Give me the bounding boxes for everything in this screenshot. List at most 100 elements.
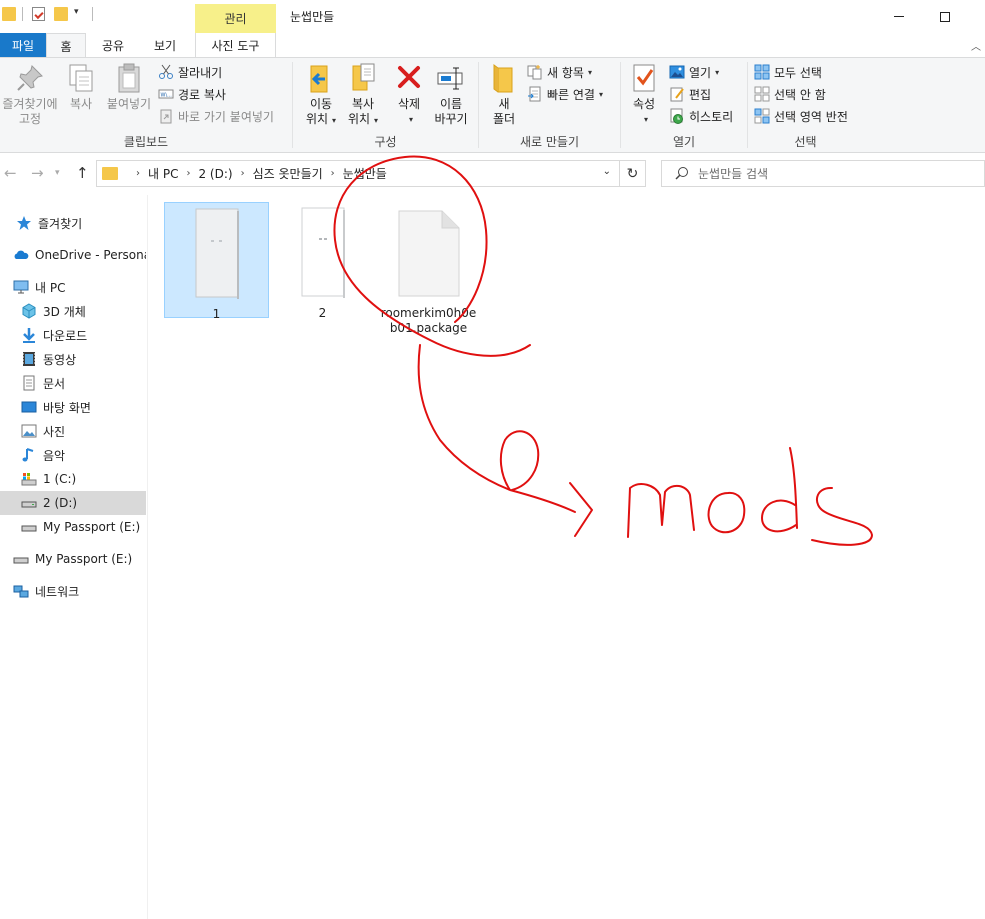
paste-shortcut-label: 바로 가기 붙여넣기 <box>178 109 274 124</box>
chevron-right-icon[interactable]: › <box>331 168 335 179</box>
pin-label-line1: 즐겨찾기에 <box>2 97 58 111</box>
nav-this-pc[interactable]: 내 PC <box>0 275 146 299</box>
delete-button[interactable]: 삭제 ▾ <box>389 62 429 127</box>
select-all-icon <box>754 64 770 80</box>
select-none-button[interactable]: 선택 안 함 <box>754 84 826 104</box>
open-label: 열기 <box>689 65 712 80</box>
open-button[interactable]: 열기 ▾ <box>669 62 719 82</box>
open-group: 속성 ▾ 열기 ▾ 편집 히스토리 열기 <box>621 58 747 153</box>
nav-desktop[interactable]: 바탕 화면 <box>0 395 146 419</box>
delete-label: 삭제 <box>397 97 421 111</box>
tab-file[interactable]: 파일 <box>0 33 46 57</box>
chevron-right-icon[interactable]: › <box>241 168 245 179</box>
star-icon <box>16 215 32 231</box>
history-button[interactable]: 히스토리 <box>669 106 733 126</box>
nav-pictures[interactable]: 사진 <box>0 419 146 443</box>
tab-view[interactable]: 보기 <box>140 33 190 57</box>
window-title: 눈썹만들 <box>290 10 335 24</box>
copy-to-icon <box>347 62 379 94</box>
up-arrow-icon[interactable]: ↑ <box>76 164 89 182</box>
edit-label: 편집 <box>689 87 712 102</box>
image-icon <box>669 64 685 80</box>
breadcrumb-current-folder[interactable]: 눈썹만들 <box>343 165 387 182</box>
breadcrumb-drive-d[interactable]: 2 (D:) <box>198 167 232 181</box>
nav-label: My Passport (E:) <box>35 552 133 566</box>
copy-path-icon: W\... <box>158 86 174 102</box>
nav-onedrive[interactable]: OneDrive - Personal <box>0 243 146 267</box>
edit-button[interactable]: 편집 <box>669 84 711 104</box>
minimize-icon <box>894 16 904 17</box>
paste-shortcut-icon <box>158 108 174 124</box>
paste-shortcut-button[interactable]: 바로 가기 붙여넣기 <box>158 106 274 126</box>
desktop-icon <box>21 399 37 415</box>
nav-3d-objects[interactable]: 3D 개체 <box>0 299 146 323</box>
new-group: 새 폴더 새 항목 ▾ 빠른 연결 ▾ 새로 만들기 <box>479 58 620 153</box>
copy-path-button[interactable]: W\... 경로 복사 <box>158 84 226 104</box>
tab-home[interactable]: 홈 <box>46 33 86 58</box>
nav-music[interactable]: 음악 <box>0 443 146 467</box>
file-item[interactable]: roomerkim0h0eb01.package <box>376 202 481 335</box>
customize-toolbar-icon[interactable]: ▾ <box>74 7 79 17</box>
chevron-down-icon: ▾ <box>643 115 648 124</box>
tab-picture-tools[interactable]: 사진 도구 <box>195 33 276 57</box>
copy-button[interactable]: 복사 <box>62 62 100 112</box>
easy-access-label: 빠른 연결 <box>547 87 595 102</box>
copy-icon <box>65 62 97 94</box>
recent-locations-chevron-icon[interactable]: ▾ <box>55 168 60 178</box>
rename-button[interactable]: 이름 바꾸기 <box>429 62 473 127</box>
search-box[interactable]: 눈썹만들 검색 <box>661 160 985 187</box>
chevron-up-icon[interactable]: ︿ <box>971 38 981 53</box>
pin-to-quick-access-button[interactable]: 즐겨찾기에 고정 <box>0 62 60 127</box>
back-arrow-icon[interactable]: ← <box>4 164 17 182</box>
address-bar[interactable]: › 내 PC › 2 (D:) › 심즈 옷만들기 › 눈썹만들 ⌄ ↻ <box>96 160 646 187</box>
cloud-icon <box>13 247 29 263</box>
move-to-button[interactable]: 이동 위치 ▾ <box>299 62 343 128</box>
title-bar: ▾ 관리 눈썹만들 <box>0 0 985 33</box>
chevron-down-icon: ▾ <box>598 89 603 99</box>
invert-selection-button[interactable]: 선택 영역 반전 <box>754 106 848 126</box>
file-name: 2 <box>318 306 327 320</box>
cut-button[interactable]: 잘라내기 <box>158 62 222 82</box>
navigation-pane: 즐겨찾기 OneDrive - Personal 내 PC 3D 개체 다운로드… <box>0 195 148 919</box>
organize-group-label: 구성 <box>374 135 397 149</box>
breadcrumb-this-pc[interactable]: 내 PC <box>148 165 178 182</box>
easy-access-button[interactable]: 빠른 연결 ▾ <box>527 84 603 104</box>
chevron-right-icon[interactable]: › <box>136 168 140 179</box>
context-tab-manage[interactable]: 관리 <box>195 4 276 33</box>
refresh-button[interactable]: ↻ <box>619 161 645 186</box>
tab-share[interactable]: 공유 <box>90 33 136 57</box>
new-item-button[interactable]: 새 항목 ▾ <box>527 62 592 82</box>
paste-button[interactable]: 붙여넣기 <box>102 62 156 112</box>
new-folder-button[interactable]: 새 폴더 <box>487 62 521 127</box>
nav-my-passport-sub[interactable]: My Passport (E:) <box>0 515 146 539</box>
forward-arrow-icon[interactable]: → <box>31 164 44 182</box>
drive-icon <box>21 519 37 535</box>
nav-videos[interactable]: 동영상 <box>0 347 146 371</box>
copy-label: 복사 <box>69 97 93 111</box>
nav-documents[interactable]: 문서 <box>0 371 146 395</box>
nav-drive-c[interactable]: 1 (C:) <box>0 467 146 491</box>
image-thumbnail <box>193 208 241 303</box>
properties-button[interactable]: 속성 ▾ <box>627 62 661 127</box>
ribbon-tabs: 파일 홈 공유 보기 사진 도구 ︿ <box>0 33 985 58</box>
file-item[interactable]: 2 <box>270 202 375 320</box>
chevron-right-icon[interactable]: › <box>186 168 190 179</box>
properties-icon[interactable] <box>32 7 45 21</box>
clipboard-group-label: 클립보드 <box>123 135 169 149</box>
file-item[interactable]: 1 <box>164 202 269 321</box>
chevron-down-icon[interactable]: ⌄ <box>603 166 611 177</box>
nav-network[interactable]: 네트워크 <box>0 579 146 603</box>
minimize-button[interactable] <box>876 0 922 33</box>
copy-to-button[interactable]: 복사 위치 ▾ <box>341 62 385 128</box>
new-folder-icon[interactable] <box>54 7 68 21</box>
select-all-button[interactable]: 모두 선택 <box>754 62 822 82</box>
drive-icon <box>13 551 29 567</box>
move-to-label-line2: 위치 ▾ <box>305 112 337 126</box>
nav-quick-access[interactable]: 즐겨찾기 <box>0 211 146 235</box>
maximize-button[interactable] <box>922 0 968 33</box>
search-placeholder: 눈썹만들 검색 <box>698 167 769 181</box>
nav-downloads[interactable]: 다운로드 <box>0 323 146 347</box>
nav-drive-d[interactable]: 2 (D:) <box>0 491 146 515</box>
breadcrumb-sims-clothes[interactable]: 심즈 옷만들기 <box>253 165 323 182</box>
nav-my-passport[interactable]: My Passport (E:) <box>0 547 146 571</box>
